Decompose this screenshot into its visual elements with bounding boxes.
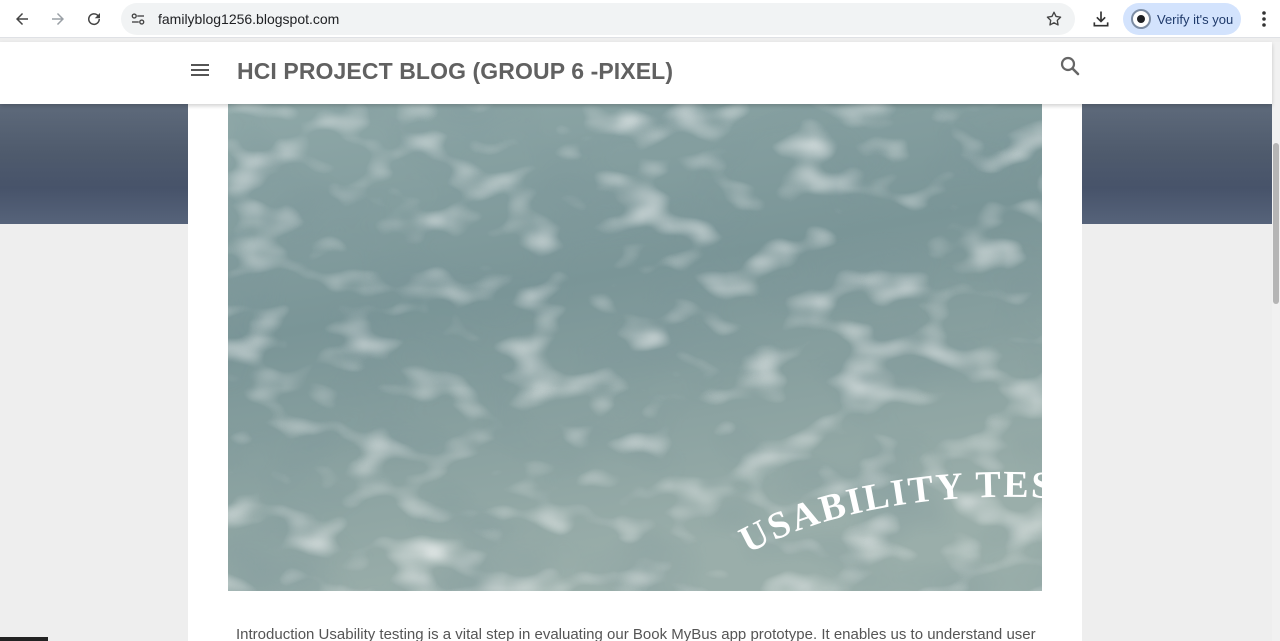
browser-toolbar: familyblog1256.blogspot.com Verify it's … bbox=[0, 0, 1280, 38]
hamburger-menu-icon[interactable] bbox=[188, 58, 212, 82]
back-button[interactable] bbox=[9, 6, 35, 32]
url-text[interactable]: familyblog1256.blogspot.com bbox=[158, 11, 339, 27]
site-settings-icon[interactable] bbox=[129, 10, 147, 28]
page-scrollbar[interactable] bbox=[1272, 42, 1280, 641]
more-menu-button[interactable] bbox=[1256, 6, 1272, 32]
forward-icon bbox=[52, 13, 64, 25]
forward-button[interactable] bbox=[45, 6, 71, 32]
address-bar[interactable]: familyblog1256.blogspot.com bbox=[121, 3, 1075, 35]
reload-icon bbox=[88, 13, 101, 26]
verify-label: Verify it's you bbox=[1157, 11, 1234, 27]
header-background-right bbox=[1082, 104, 1272, 224]
reload-button[interactable] bbox=[81, 6, 107, 32]
bookmark-star-icon[interactable] bbox=[1045, 10, 1063, 28]
more-menu-icon bbox=[1262, 11, 1266, 27]
back-icon bbox=[16, 13, 28, 25]
header-background-left bbox=[0, 104, 188, 224]
blog-title[interactable]: HCI PROJECT BLOG (GROUP 6 -PIXEL) bbox=[237, 58, 673, 85]
post-hero-image: USABILITY TESTI bbox=[228, 104, 1042, 591]
profile-avatar-icon bbox=[1131, 9, 1151, 29]
verify-identity-button[interactable]: Verify it's you bbox=[1123, 3, 1241, 35]
download-icon bbox=[1093, 11, 1109, 27]
download-button[interactable] bbox=[1089, 6, 1113, 32]
post-intro-text: Introduction Usability testing is a vita… bbox=[236, 626, 1036, 641]
scrollbar-thumb[interactable] bbox=[1273, 143, 1279, 304]
search-icon[interactable] bbox=[1058, 54, 1082, 78]
page-progress-indicator bbox=[0, 637, 48, 641]
